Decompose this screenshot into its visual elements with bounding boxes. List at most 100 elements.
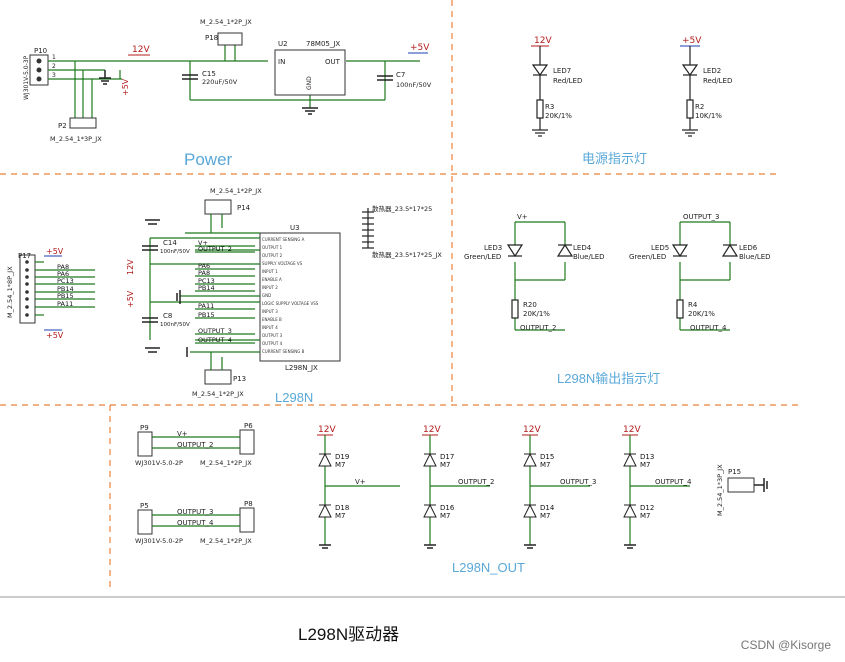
diode-icon: [318, 503, 332, 518]
out-led-net-out2: OUTPUT_2: [520, 324, 556, 332]
diode-value: M7: [540, 461, 551, 469]
out-led-section: V+ LED3 Green/LED LED4 Blue/LED R20 20K/…: [464, 213, 771, 332]
out-net-vplus-1: V+: [177, 430, 188, 438]
out-section: P9 WJ301V-5.0-2P P6 M_2.54_1*2P_JX P5 WJ…: [135, 422, 768, 549]
u3-pin-label: INPUT 3: [262, 309, 278, 314]
diode-net-12v: 12V: [523, 425, 541, 435]
diode-value: M7: [335, 461, 346, 469]
p13-value: M_2.54_1*2P_JX: [192, 390, 244, 398]
p18-ref: P18: [205, 34, 218, 42]
power-led-section: 12V LED7 Red/LED R3 20K/1% +5V LED2 Red/…: [531, 36, 732, 137]
c7-value: 100nF/50V: [396, 81, 432, 89]
u3-pin-label: GND: [262, 293, 271, 298]
p10-pin3: 3: [52, 72, 56, 79]
diode-ref: D18: [335, 504, 349, 512]
c14-value: 100nF/50V: [160, 249, 190, 255]
p13-connector: [204, 369, 232, 385]
c15-ref: C15: [202, 70, 216, 78]
u3-pin-label: LOGIC SUPPLY VOLTAGE VSS: [262, 301, 319, 306]
led4-ref: LED4: [573, 244, 592, 252]
p10-pin1: 1: [52, 54, 56, 61]
out-net-out3-1: OUTPUT_3: [177, 508, 213, 516]
u3-pin-label: INPUT 4: [262, 325, 278, 330]
diode-value: M7: [335, 512, 346, 520]
c8-ref: C8: [163, 312, 172, 320]
p8-value: M_2.54_1*2P_JX: [200, 537, 252, 545]
heatsink-label-2: 散热器_23.5*17*25_JX: [372, 250, 442, 259]
u3-value: L298N_JX: [285, 364, 318, 372]
diode-ref: D14: [540, 504, 555, 512]
led4-value: Blue/LED: [573, 253, 605, 261]
p17-pin: [25, 268, 29, 272]
u2-ref: U2: [278, 40, 288, 48]
p9-value: WJ301V-5.0-2P: [135, 459, 183, 467]
p17-net-label: PA11: [57, 300, 73, 308]
p17-pin: [25, 305, 29, 309]
u3-pin-label: CURRENT SENSING B: [262, 349, 305, 354]
p17-pin: [25, 275, 29, 279]
page-title: L298N驱动器: [298, 625, 400, 644]
watermark: CSDN @Kisorge: [740, 638, 831, 652]
led7-net: 12V: [534, 36, 552, 46]
net-label-12v: 12V: [132, 45, 150, 55]
p10-pin2: 2: [52, 63, 56, 70]
u3-pin-label: SUPPLY VOLTAGE VS: [262, 261, 303, 266]
p15-connector: [727, 477, 755, 493]
out-net-out2-1: OUTPUT_2: [177, 441, 213, 449]
l298n-net-12v: 12V: [126, 259, 135, 275]
p5-connector: [137, 509, 153, 535]
diode-net-12v: 12V: [423, 425, 441, 435]
p2-connector: [69, 117, 97, 129]
net-label-5v-out: +5V: [410, 43, 430, 53]
l298n-section: P14 M_2.54_1*2P_JX P13 M_2.54_1*2P_JX U3…: [6, 187, 442, 398]
ground-symbol: [99, 70, 111, 85]
p9-connector: [137, 431, 153, 457]
p14-ref: P14: [237, 204, 251, 212]
p17-pin: [25, 297, 29, 301]
out-net-out2-2: OUTPUT_2: [458, 478, 494, 486]
u3-pin-label: OUTPUT 4: [262, 341, 283, 346]
diode-ref: D15: [540, 453, 554, 461]
diode-icon: [318, 452, 332, 467]
section-title-l298n: L298N: [275, 390, 313, 405]
led3-ref: LED3: [484, 244, 502, 252]
p9-ref: P9: [140, 424, 149, 432]
schematic-canvas: Power 电源指示灯 L298N L298N输出指示灯 L298N_OUT P…: [0, 0, 845, 598]
led2-ref: LED2: [703, 67, 721, 75]
diode-value: M7: [540, 512, 551, 520]
p10-ref: P10: [34, 47, 47, 55]
diode-net-12v: 12V: [318, 425, 336, 435]
p6-connector: [239, 429, 255, 455]
led6-value: Blue/LED: [739, 253, 771, 261]
u3-pin-label: OUTPUT 1: [262, 245, 283, 250]
diode-value: M7: [640, 461, 651, 469]
section-title-power-led: 电源指示灯: [582, 151, 647, 166]
u3-ref: U3: [290, 224, 300, 232]
u2-in: IN: [278, 58, 285, 66]
u3-pin-label: INPUT 2: [262, 285, 278, 290]
p6-value: M_2.54_1*2P_JX: [200, 459, 252, 467]
led2-value: Red/LED: [703, 77, 732, 85]
heatsink-label-1: 散热器_23.5*17*25: [372, 204, 432, 213]
l298n-net-5v: +5V: [126, 290, 135, 308]
net-label-5v-vert: +5V: [121, 78, 130, 96]
out-net-out4-2: OUTPUT_4: [655, 478, 692, 486]
u3-pin-label: ENABLE B: [262, 317, 282, 322]
u3-pin-label: INPUT 1: [262, 269, 278, 274]
led5-value: Green/LED: [629, 253, 666, 261]
diode-ref: D12: [640, 504, 654, 512]
diode-icon: [623, 503, 637, 518]
p17-pin: [25, 282, 29, 286]
power-section: P10 WJ301V-5.0-3P 1 2 3 12V +5V P2 M_2.5…: [23, 18, 432, 143]
diode-ref: D13: [640, 453, 654, 461]
p14-connector: [204, 199, 232, 215]
p17-pin: [25, 260, 29, 264]
p13-ref: P13: [233, 375, 246, 383]
c14-ref: C14: [163, 239, 177, 247]
p17-pin: [25, 290, 29, 294]
diode-value: M7: [440, 512, 451, 520]
r20-ref: R20: [523, 301, 537, 309]
diode-icon: [423, 452, 437, 467]
diode-ref: D19: [335, 453, 349, 461]
section-title-out: L298N_OUT: [452, 560, 525, 575]
